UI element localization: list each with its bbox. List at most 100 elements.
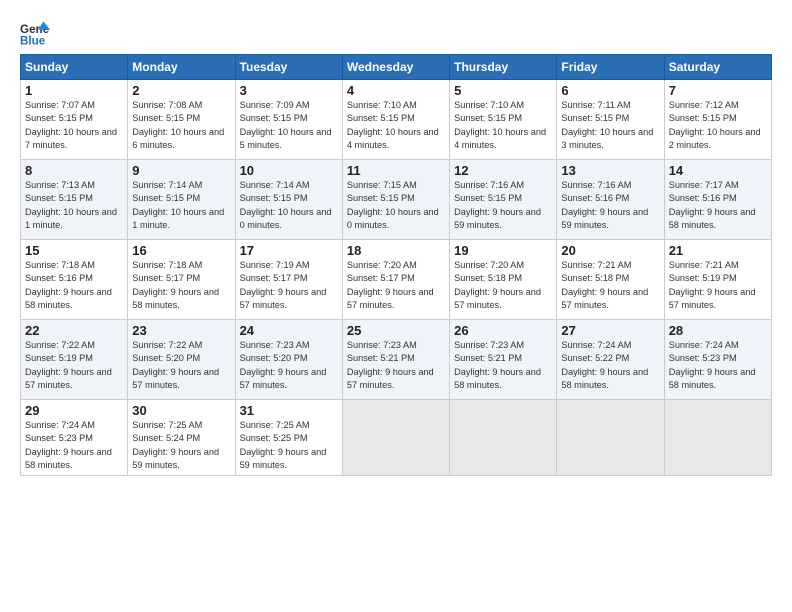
daylight-label: Daylight: 9 hours and 57 minutes. [669,287,756,310]
daylight-label: Daylight: 10 hours and 4 minutes. [347,127,439,150]
sunset-label: Sunset: 5:20 PM [132,353,200,363]
calendar-cell: 6 Sunrise: 7:11 AM Sunset: 5:15 PM Dayli… [557,80,664,160]
daylight-label: Daylight: 10 hours and 0 minutes. [347,207,439,230]
calendar-cell: 28 Sunrise: 7:24 AM Sunset: 5:23 PM Dayl… [664,320,771,400]
calendar-cell: 2 Sunrise: 7:08 AM Sunset: 5:15 PM Dayli… [128,80,235,160]
calendar-cell: 23 Sunrise: 7:22 AM Sunset: 5:20 PM Dayl… [128,320,235,400]
day-number: 16 [132,243,230,258]
sunset-label: Sunset: 5:15 PM [25,193,93,203]
sunset-label: Sunset: 5:15 PM [132,193,200,203]
sunrise-label: Sunrise: 7:20 AM [454,260,524,270]
calendar-cell [450,400,557,476]
calendar-cell [664,400,771,476]
sunrise-label: Sunrise: 7:24 AM [669,340,739,350]
day-number: 22 [25,323,123,338]
day-info: Sunrise: 7:17 AM Sunset: 5:16 PM Dayligh… [669,179,767,232]
daylight-label: Daylight: 9 hours and 59 minutes. [132,447,219,470]
daylight-label: Daylight: 9 hours and 58 minutes. [454,367,541,390]
calendar-cell: 1 Sunrise: 7:07 AM Sunset: 5:15 PM Dayli… [21,80,128,160]
daylight-label: Daylight: 9 hours and 58 minutes. [561,367,648,390]
calendar-cell: 7 Sunrise: 7:12 AM Sunset: 5:15 PM Dayli… [664,80,771,160]
sunset-label: Sunset: 5:15 PM [454,113,522,123]
sunset-label: Sunset: 5:21 PM [347,353,415,363]
sunrise-label: Sunrise: 7:14 AM [240,180,310,190]
day-header: Tuesday [235,55,342,80]
day-info: Sunrise: 7:10 AM Sunset: 5:15 PM Dayligh… [454,99,552,152]
day-number: 11 [347,163,445,178]
sunset-label: Sunset: 5:15 PM [25,113,93,123]
day-header: Friday [557,55,664,80]
sunset-label: Sunset: 5:15 PM [347,193,415,203]
calendar-cell: 26 Sunrise: 7:23 AM Sunset: 5:21 PM Dayl… [450,320,557,400]
calendar-cell: 4 Sunrise: 7:10 AM Sunset: 5:15 PM Dayli… [342,80,449,160]
day-number: 3 [240,83,338,98]
calendar-cell: 3 Sunrise: 7:09 AM Sunset: 5:15 PM Dayli… [235,80,342,160]
day-info: Sunrise: 7:11 AM Sunset: 5:15 PM Dayligh… [561,99,659,152]
daylight-label: Daylight: 10 hours and 7 minutes. [25,127,117,150]
daylight-label: Daylight: 9 hours and 57 minutes. [347,367,434,390]
day-info: Sunrise: 7:22 AM Sunset: 5:20 PM Dayligh… [132,339,230,392]
day-number: 25 [347,323,445,338]
day-header: Saturday [664,55,771,80]
daylight-label: Daylight: 9 hours and 58 minutes. [132,287,219,310]
day-info: Sunrise: 7:10 AM Sunset: 5:15 PM Dayligh… [347,99,445,152]
daylight-label: Daylight: 10 hours and 2 minutes. [669,127,761,150]
calendar-cell: 27 Sunrise: 7:24 AM Sunset: 5:22 PM Dayl… [557,320,664,400]
sunset-label: Sunset: 5:17 PM [132,273,200,283]
day-info: Sunrise: 7:08 AM Sunset: 5:15 PM Dayligh… [132,99,230,152]
day-header: Thursday [450,55,557,80]
day-number: 8 [25,163,123,178]
sunset-label: Sunset: 5:15 PM [669,113,737,123]
day-number: 4 [347,83,445,98]
calendar-cell: 5 Sunrise: 7:10 AM Sunset: 5:15 PM Dayli… [450,80,557,160]
day-info: Sunrise: 7:14 AM Sunset: 5:15 PM Dayligh… [240,179,338,232]
sunrise-label: Sunrise: 7:22 AM [25,340,95,350]
logo: General Blue [20,18,54,48]
sunset-label: Sunset: 5:15 PM [561,113,629,123]
day-number: 24 [240,323,338,338]
sunset-label: Sunset: 5:24 PM [132,433,200,443]
logo-icon: General Blue [20,18,50,48]
daylight-label: Daylight: 9 hours and 57 minutes. [132,367,219,390]
day-number: 21 [669,243,767,258]
calendar-cell: 14 Sunrise: 7:17 AM Sunset: 5:16 PM Dayl… [664,160,771,240]
sunset-label: Sunset: 5:15 PM [240,193,308,203]
day-number: 7 [669,83,767,98]
sunrise-label: Sunrise: 7:13 AM [25,180,95,190]
sunrise-label: Sunrise: 7:18 AM [132,260,202,270]
daylight-label: Daylight: 9 hours and 58 minutes. [25,287,112,310]
day-info: Sunrise: 7:18 AM Sunset: 5:17 PM Dayligh… [132,259,230,312]
daylight-label: Daylight: 10 hours and 5 minutes. [240,127,332,150]
calendar-cell [557,400,664,476]
sunrise-label: Sunrise: 7:25 AM [240,420,310,430]
sunrise-label: Sunrise: 7:20 AM [347,260,417,270]
calendar-cell: 20 Sunrise: 7:21 AM Sunset: 5:18 PM Dayl… [557,240,664,320]
day-number: 2 [132,83,230,98]
sunrise-label: Sunrise: 7:23 AM [454,340,524,350]
daylight-label: Daylight: 10 hours and 3 minutes. [561,127,653,150]
sunrise-label: Sunrise: 7:25 AM [132,420,202,430]
day-info: Sunrise: 7:14 AM Sunset: 5:15 PM Dayligh… [132,179,230,232]
daylight-label: Daylight: 9 hours and 59 minutes. [454,207,541,230]
sunrise-label: Sunrise: 7:15 AM [347,180,417,190]
day-info: Sunrise: 7:24 AM Sunset: 5:22 PM Dayligh… [561,339,659,392]
sunset-label: Sunset: 5:23 PM [25,433,93,443]
sunset-label: Sunset: 5:23 PM [669,353,737,363]
day-info: Sunrise: 7:18 AM Sunset: 5:16 PM Dayligh… [25,259,123,312]
day-info: Sunrise: 7:24 AM Sunset: 5:23 PM Dayligh… [669,339,767,392]
daylight-label: Daylight: 9 hours and 57 minutes. [454,287,541,310]
day-number: 5 [454,83,552,98]
sunset-label: Sunset: 5:16 PM [25,273,93,283]
day-info: Sunrise: 7:21 AM Sunset: 5:19 PM Dayligh… [669,259,767,312]
day-info: Sunrise: 7:23 AM Sunset: 5:20 PM Dayligh… [240,339,338,392]
daylight-label: Daylight: 9 hours and 58 minutes. [669,367,756,390]
daylight-label: Daylight: 9 hours and 57 minutes. [240,287,327,310]
calendar-cell: 11 Sunrise: 7:15 AM Sunset: 5:15 PM Dayl… [342,160,449,240]
daylight-label: Daylight: 10 hours and 6 minutes. [132,127,224,150]
calendar-cell: 29 Sunrise: 7:24 AM Sunset: 5:23 PM Dayl… [21,400,128,476]
day-info: Sunrise: 7:12 AM Sunset: 5:15 PM Dayligh… [669,99,767,152]
day-number: 10 [240,163,338,178]
calendar-cell: 9 Sunrise: 7:14 AM Sunset: 5:15 PM Dayli… [128,160,235,240]
day-info: Sunrise: 7:20 AM Sunset: 5:17 PM Dayligh… [347,259,445,312]
calendar-cell: 15 Sunrise: 7:18 AM Sunset: 5:16 PM Dayl… [21,240,128,320]
